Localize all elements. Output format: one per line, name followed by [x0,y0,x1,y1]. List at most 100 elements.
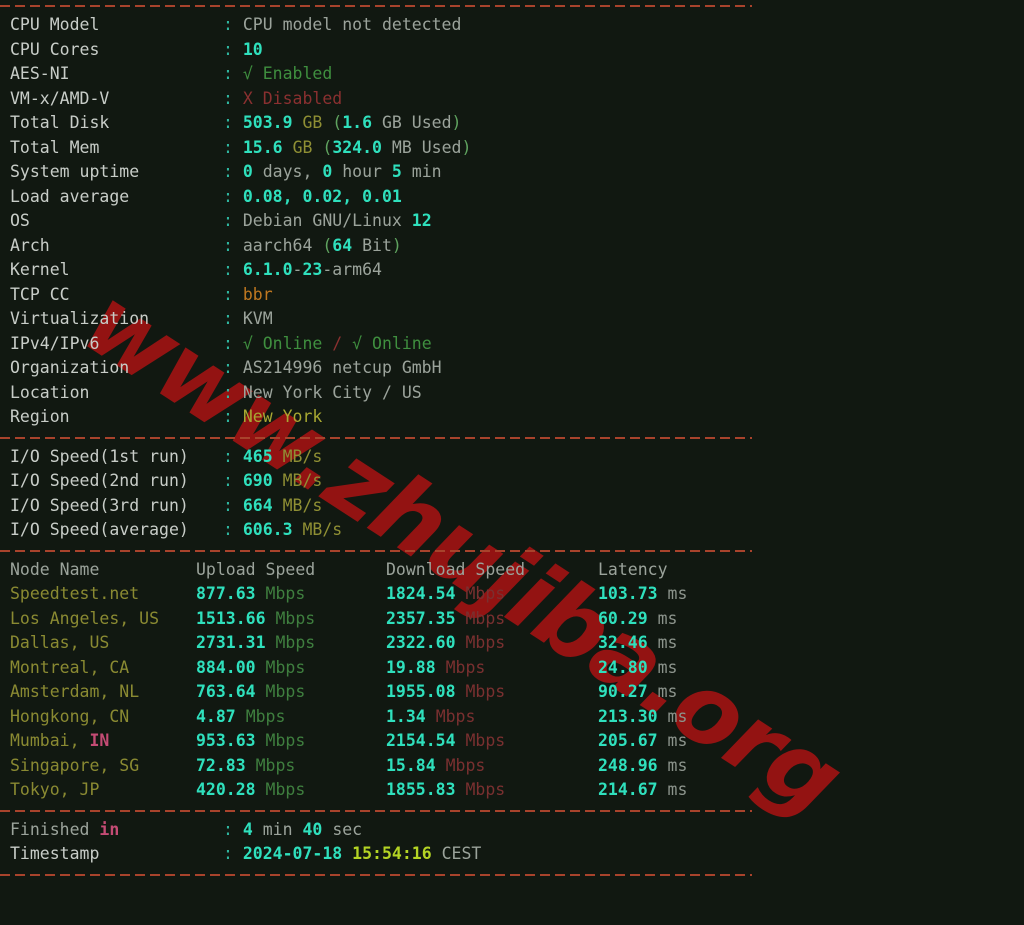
value-timestamp-date: 2024-07-18 [242,844,343,863]
colon: : [223,15,243,34]
cell-node-name: Amsterdam, NL [10,682,140,701]
cell-download: 2322.60 [386,633,456,652]
cell-upload-unit: Mbps [265,682,306,701]
label-timestamp: Timestamp [10,844,100,863]
footer-block: Finished in: 4 min 40 sec Timestamp: 202… [0,818,1024,867]
label-total-mem: Total Mem [10,137,100,157]
row-timestamp: Timestamp: 2024-07-18 15:54:16 CEST [0,842,1024,867]
colon: : [223,382,243,402]
cell-download-unit: Mbps [465,780,506,799]
row-os: OS: Debian GNU/Linux 12 [0,209,1024,234]
value-timestamp-time: 15:54:16 [352,844,432,863]
cell-node-name: Montreal, CA [10,657,130,677]
value-uptime-days-word: days, [262,162,313,181]
value-ipv6-status: √ Online [352,333,432,353]
cell-upload: 4.87 [196,706,236,726]
colon: : [223,358,243,377]
row-io-1st: I/O Speed(1st run): 465 MB/s [0,445,1024,470]
table-row: Mumbai, IN 953.63 Mbps 2154.54 Mbps 205.67 … [0,729,1024,754]
value-cpu-model: CPU model not detected [242,15,462,34]
cell-upload: 953.63 [196,731,256,750]
label-system-uptime: System uptime [10,162,140,181]
value-finished-min-word: min [262,819,293,839]
value-cpu-cores: 10 [242,39,263,59]
row-io-average: I/O Speed(average): 606.3 MB/s [0,518,1024,543]
cell-download-unit: Mbps [465,633,506,652]
cell-download: 1824.54 [386,584,456,603]
colon: : [223,260,243,279]
label-io-2nd: I/O Speed(2nd run) [10,471,189,490]
table-row: Singapore, SG 72.83 Mbps 15.84 Mbps 248.96 … [0,754,1024,779]
value-tcp-cc: bbr [242,284,273,304]
value-disk-used: 1.6 [342,113,373,132]
label-vm-x: VM-x/AMD-V [10,88,110,108]
table-row: Montreal, CA 884.00 Mbps 19.88 Mbps 24.80 m… [0,656,1024,681]
label-io-1st: I/O Speed(1st run) [10,446,189,466]
label-kernel: Kernel [10,260,70,279]
cell-latency-unit: ms [667,731,688,750]
colon: : [223,495,243,515]
cell-latency-unit: ms [657,608,678,628]
cell-download: 2357.35 [386,608,456,628]
cell-latency: 103.73 [598,584,658,603]
cell-upload: 884.00 [196,657,256,677]
colon: : [223,162,243,181]
row-total-mem: Total Mem: 15.6 GB (324.0 MB Used) [0,136,1024,161]
value-mem-unit: GB [292,137,313,157]
value-io-2nd: 690 [242,471,273,490]
separator-speedtest [0,543,1024,558]
row-kernel: Kernel: 6.1.0-23-arm64 [0,258,1024,283]
cell-download-unit: Mbps [445,657,486,677]
separator-top [0,0,1024,13]
label-io-3rd: I/O Speed(3rd run) [10,495,189,515]
colon: : [223,446,243,466]
cell-node-name: Singapore, SG [10,755,140,775]
cell-node-name: Hongkong, CN [10,706,130,726]
colon: : [223,333,243,353]
row-location: Location: New York City / US [0,381,1024,406]
value-disk-total: 503.9 [242,113,293,132]
label-location: Location [10,382,90,402]
value-finished-min: 4 [242,819,253,839]
value-arch-bits-word: Bit [362,235,392,255]
value-finished-sec: 40 [302,819,323,839]
value-region: New York [242,407,323,426]
row-region: Region: New York [0,405,1024,430]
speedtest-table: Node Name Upload Speed Download Speed Laten… [0,558,1024,803]
cell-download: 1855.83 [386,780,456,799]
cell-upload: 2731.31 [196,633,266,652]
table-row: Tokyo, JP 420.28 Mbps 1855.83 Mbps 214.67 m… [0,778,1024,803]
colon: : [223,235,243,255]
io-speed-block: I/O Speed(1st run): 465 MB/s I/O Speed(2… [0,445,1024,543]
colon: : [223,471,243,490]
cell-latency-unit: ms [667,584,688,603]
row-cpu-cores: CPU Cores: 10 [0,38,1024,63]
cell-latency-unit: ms [657,657,678,677]
separator-footer [0,803,1024,818]
value-os-version: 12 [411,211,432,230]
row-finished-in: Finished in: 4 min 40 sec [0,818,1024,843]
row-total-disk: Total Disk: 503.9 GB (1.6 GB Used) [0,111,1024,136]
label-finished-word: Finished [10,819,100,839]
cell-download: 15.84 [386,755,436,775]
unit-io-2nd: MB/s [282,471,323,490]
value-organization: AS214996 netcup GmbH [242,358,442,377]
value-timestamp-tz: CEST [441,844,482,863]
cell-upload-unit: Mbps [265,780,306,799]
colon: : [223,39,243,59]
cell-latency: 90.27 [598,682,648,701]
colon: : [223,819,243,839]
label-io-average: I/O Speed(average) [10,520,189,539]
colon: : [223,186,243,206]
cell-download: 1.34 [386,706,426,726]
cell-latency: 32.46 [598,633,648,652]
row-ipv4-ipv6: IPv4/IPv6: √ Online / √ Online [0,332,1024,357]
cell-latency-unit: ms [667,755,688,775]
row-aes-ni: AES-NI: √ Enabled [0,62,1024,87]
value-ip-divider: / [322,333,353,353]
colon: : [223,844,243,863]
colon: : [223,520,243,539]
cell-latency-unit: ms [667,780,688,799]
cell-node-name: Los Angeles, US [10,608,160,628]
value-aes-ni: √ Enabled [242,64,333,83]
